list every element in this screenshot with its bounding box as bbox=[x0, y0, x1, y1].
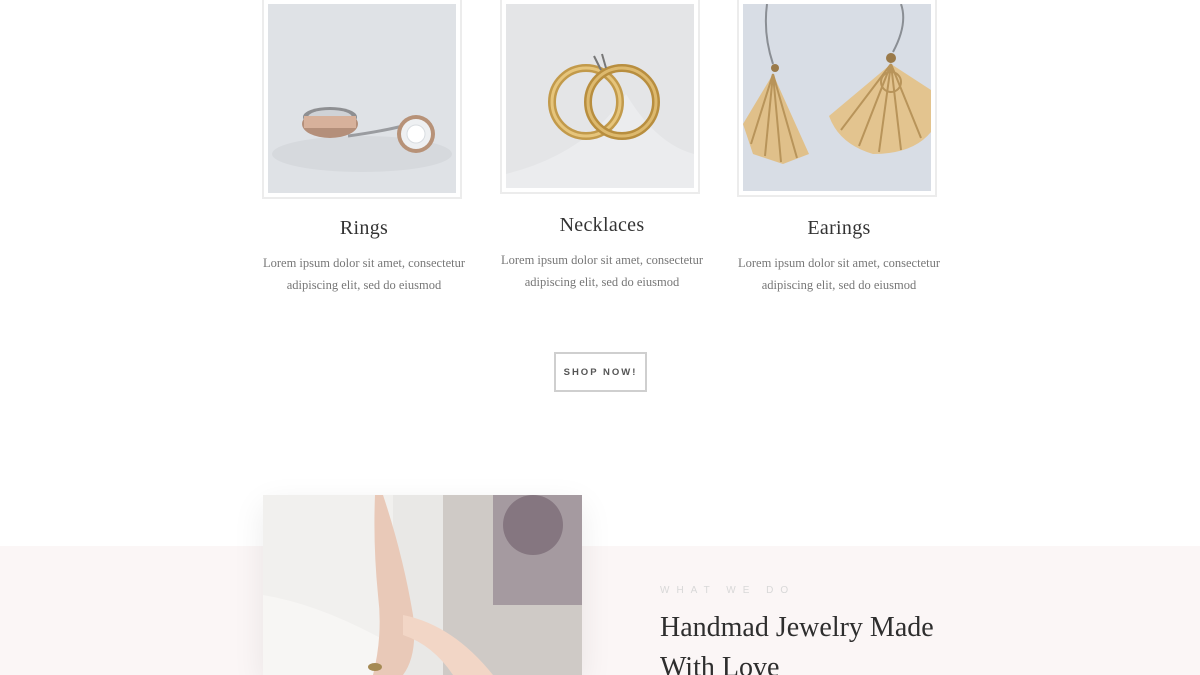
image-frame bbox=[500, 0, 700, 194]
image-frame bbox=[737, 0, 937, 197]
ring-photo[interactable] bbox=[268, 4, 456, 193]
section-eyebrow: WHAT WE DO bbox=[660, 585, 796, 596]
category-title[interactable]: Earings bbox=[737, 217, 941, 240]
category-card-necklaces[interactable]: Necklaces Lorem ipsum dolor sit amet, co… bbox=[500, 0, 704, 293]
image-frame bbox=[262, 0, 462, 199]
page: Rings Lorem ipsum dolor sit amet, consec… bbox=[0, 0, 1200, 675]
category-description: Lorem ipsum dolor sit amet, consectetur … bbox=[262, 256, 466, 292]
category-title[interactable]: Rings bbox=[262, 217, 466, 240]
section-headline: Handmad Jewelry Made With Love bbox=[660, 612, 934, 675]
category-description: Lorem ipsum dolor sit amet, consectetur … bbox=[737, 256, 941, 292]
model-wearing-bracelet-photo bbox=[263, 495, 582, 675]
category-description: Lorem ipsum dolor sit amet, consectetur … bbox=[500, 253, 704, 289]
section-background bbox=[0, 546, 1200, 675]
category-card-earings[interactable]: Earings Lorem ipsum dolor sit amet, cons… bbox=[737, 0, 941, 296]
shop-now-button[interactable]: SHOP NOW! bbox=[554, 352, 647, 392]
fan-earrings-photo[interactable] bbox=[743, 4, 931, 191]
category-card-rings[interactable]: Rings Lorem ipsum dolor sit amet, consec… bbox=[262, 0, 466, 296]
hoop-earrings-photo[interactable] bbox=[506, 4, 694, 188]
category-title[interactable]: Necklaces bbox=[500, 214, 704, 237]
